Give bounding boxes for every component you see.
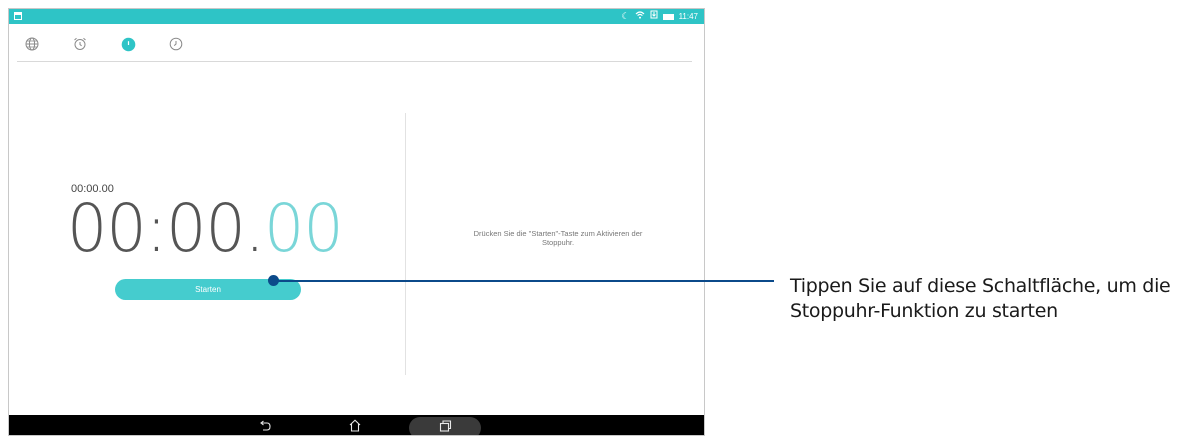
hint-line-2: Stoppuhr. xyxy=(541,238,575,247)
navigation-bar xyxy=(9,415,704,435)
tabs-divider xyxy=(17,61,692,62)
home-button[interactable] xyxy=(347,418,363,433)
download-icon xyxy=(650,10,658,23)
status-bar: ☾ 11:47 xyxy=(9,9,704,24)
stopwatch-time-fraction: 00 xyxy=(263,190,344,267)
stopwatch-time-main: 00:00. xyxy=(67,190,265,267)
callout-line xyxy=(278,280,774,282)
callout-dot xyxy=(268,275,279,286)
alarm-clock-icon xyxy=(74,37,86,50)
tab-stopwatch[interactable] xyxy=(119,35,137,53)
tab-world-clock[interactable] xyxy=(23,35,41,53)
stopwatch-hint: Drücken Sie die "Starten"-Taste zum Akti… xyxy=(413,229,703,247)
wifi-icon xyxy=(635,10,645,23)
tab-timer[interactable] xyxy=(167,35,185,53)
hint-line-1: Drücken Sie die "Starten"-Taste zum Akti… xyxy=(473,229,643,238)
callout-line-1: Tippen Sie auf diese Schaltfläche, um di… xyxy=(790,275,1171,297)
stopwatch-display: 00:00.00 xyxy=(67,190,344,267)
pane-divider xyxy=(405,113,406,375)
back-button[interactable] xyxy=(257,418,273,433)
callout-text: Tippen Sie auf diese Schaltfläche, um di… xyxy=(790,274,1202,324)
status-time: 11:47 xyxy=(678,12,698,21)
back-icon xyxy=(260,420,271,431)
page: ☾ 11:47 00:00.00 00:00.00 Starten Drücke… xyxy=(0,0,1202,436)
timer-icon xyxy=(169,37,183,51)
recent-apps-button[interactable] xyxy=(437,418,453,433)
recent-apps-icon xyxy=(439,419,451,432)
battery-icon xyxy=(662,13,674,20)
callout-line-2: Stoppuhr-Funktion zu starten xyxy=(790,300,1058,322)
globe-icon xyxy=(25,37,39,51)
stopwatch-icon xyxy=(121,37,135,51)
home-icon xyxy=(349,419,361,432)
tablet-screen: ☾ 11:47 00:00.00 00:00.00 Starten Drücke… xyxy=(8,8,705,436)
clock-tabs xyxy=(9,24,704,64)
notification-icon xyxy=(14,12,22,20)
status-icons: ☾ 11:47 xyxy=(621,10,698,23)
tab-alarm[interactable] xyxy=(71,35,89,53)
moon-icon: ☾ xyxy=(621,11,630,21)
